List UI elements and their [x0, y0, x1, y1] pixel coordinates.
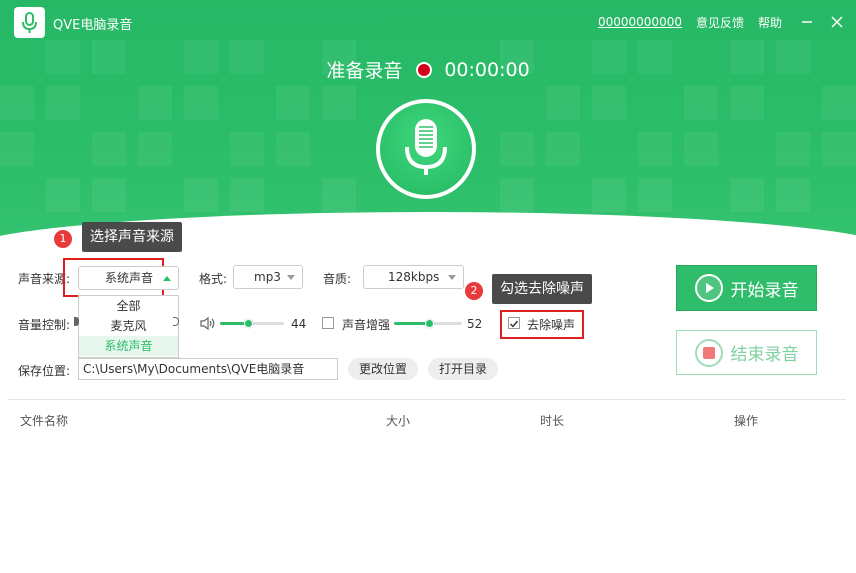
close-button[interactable] — [826, 12, 848, 32]
account-link[interactable]: 00000000000 — [598, 15, 682, 29]
background-tile — [776, 178, 810, 212]
volume-slider-thumb[interactable] — [244, 319, 254, 328]
background-tile — [322, 86, 356, 120]
status-row: 准备录音 00:00:00 — [0, 56, 856, 83]
background-tile — [822, 132, 856, 166]
background-tile — [92, 132, 126, 166]
background-tile — [546, 132, 580, 166]
source-option-mic[interactable]: 麦克风 — [79, 316, 178, 336]
background-tile — [592, 178, 626, 212]
stop-record-label: 结束录音 — [730, 345, 799, 365]
background-tile — [730, 86, 764, 120]
column-filename: 文件名称 — [20, 414, 69, 428]
table-divider — [8, 399, 846, 400]
app-title: QVE电脑录音 — [53, 18, 133, 33]
background-tile — [684, 86, 718, 120]
stop-icon — [694, 338, 723, 367]
record-indicator-icon — [416, 61, 433, 78]
background-tile — [230, 132, 264, 166]
quality-label: 音质: — [323, 272, 352, 286]
background-tile — [138, 86, 172, 120]
tip-select-source: 选择声音来源 — [82, 222, 182, 252]
caret-down-icon — [287, 275, 295, 280]
format-select[interactable]: mp3 — [233, 265, 303, 289]
denoise-checkbox[interactable] — [508, 317, 520, 329]
boost-slider-fill — [394, 322, 430, 325]
stop-record-button[interactable]: 结束录音 — [676, 330, 817, 375]
start-record-button[interactable]: 开始录音 — [676, 265, 817, 311]
close-icon — [831, 16, 843, 28]
volume-label: 音量控制: — [18, 318, 71, 332]
background-tile — [592, 86, 626, 120]
background-tile — [184, 178, 218, 212]
quality-value: 128kbps — [388, 270, 440, 284]
background-tile — [684, 132, 718, 166]
boost-label: 声音增强 — [342, 318, 391, 332]
source-dropdown: 全部 麦克风 系统声音 — [78, 295, 179, 358]
boost-slider[interactable] — [394, 319, 462, 328]
background-tile — [138, 132, 172, 166]
feedback-link[interactable]: 意见反馈 — [696, 14, 744, 31]
background-tile — [46, 86, 80, 120]
background-tile — [638, 132, 672, 166]
open-folder-button[interactable]: 打开目录 — [428, 358, 498, 380]
denoise-label: 去除噪声 — [527, 318, 576, 332]
background-tile — [0, 86, 34, 120]
quality-select[interactable]: 128kbps — [363, 265, 464, 289]
column-duration: 时长 — [540, 414, 565, 428]
background-tile — [546, 86, 580, 120]
tip-denoise: 勾选去除噪声 — [492, 274, 592, 304]
top-right-bar: 00000000000 意见反馈 帮助 — [598, 12, 856, 32]
change-location-button[interactable]: 更改位置 — [348, 358, 418, 380]
minimize-button[interactable] — [796, 12, 818, 32]
background-tile — [730, 178, 764, 212]
tip-number-1: 1 — [54, 230, 72, 248]
background-tile — [0, 132, 34, 166]
save-path-field[interactable]: C:\Users\My\Documents\QVE电脑录音 — [78, 358, 338, 380]
background-tile — [92, 178, 126, 212]
status-label: 准备录音 — [326, 60, 403, 82]
app-logo-icon — [14, 7, 45, 38]
start-record-label: 开始录音 — [730, 280, 799, 301]
caret-up-icon — [163, 276, 171, 281]
microphone-icon — [405, 119, 447, 175]
tip-number-2: 2 — [465, 282, 483, 300]
background-tile — [276, 86, 310, 120]
boost-checkbox[interactable] — [322, 317, 334, 329]
column-size: 大小 — [386, 414, 411, 428]
format-label: 格式: — [199, 272, 228, 286]
boost-slider-thumb[interactable] — [425, 319, 435, 328]
speaker-icon — [200, 317, 215, 330]
background-tile — [230, 178, 264, 212]
boost-value: 52 — [467, 317, 483, 331]
source-value: 系统声音 — [105, 271, 154, 285]
minimize-icon — [802, 21, 812, 23]
background-tile — [322, 178, 356, 212]
background-tile — [500, 132, 534, 166]
source-option-all[interactable]: 全部 — [79, 296, 178, 316]
checkmark-icon — [510, 320, 519, 328]
format-value: mp3 — [254, 270, 281, 284]
timer: 00:00:00 — [444, 58, 530, 81]
background-tile — [46, 178, 80, 212]
caret-down-icon — [448, 275, 456, 280]
microphone-button[interactable] — [376, 99, 476, 199]
volume-slider[interactable] — [220, 319, 284, 328]
column-actions: 操作 — [734, 414, 759, 428]
background-tile — [276, 132, 310, 166]
play-icon — [694, 274, 723, 302]
background-tile — [500, 178, 534, 212]
header: QVE电脑录音 00000000000 意见反馈 帮助 准备录音 00:00:0… — [0, 0, 856, 240]
help-link[interactable]: 帮助 — [758, 14, 782, 31]
source-option-system[interactable]: 系统声音 — [79, 336, 178, 356]
source-select[interactable]: 系统声音 — [78, 266, 179, 290]
save-label: 保存位置: — [18, 364, 71, 378]
background-tile — [638, 178, 672, 212]
mic-slider-edge — [74, 317, 79, 326]
background-tile — [184, 86, 218, 120]
background-tile — [822, 86, 856, 120]
volume-value: 44 — [291, 317, 307, 331]
background-tile — [776, 132, 810, 166]
